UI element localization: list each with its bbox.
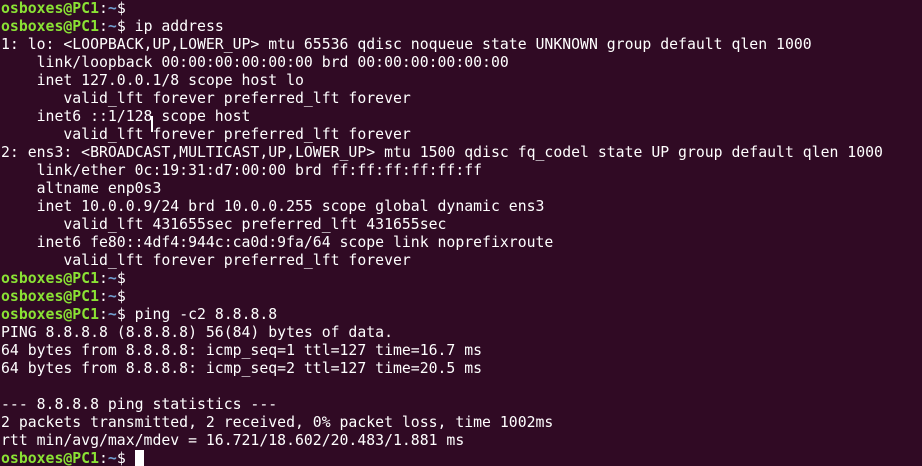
output-line: 64 bytes from 8.8.8.8: icmp_seq=2 ttl=12… [1,360,483,377]
prompt-colon: : [99,270,108,287]
prompt-path: ~ [107,18,117,35]
text-cursor [134,450,144,466]
output-line: inet 10.0.0.9/24 brd 10.0.0.255 scope gl… [1,198,545,215]
prompt-symbol: $ [116,450,126,466]
prompt-path: ~ [107,0,117,17]
prompt-colon: : [99,450,108,466]
prompt-user-host: osboxes@PC1 [1,18,99,35]
output-line: valid_lft forever preferred_lft forever [1,90,411,107]
output-line: valid_lft forever preferred_lft forever [1,126,411,143]
output-line: valid_lft 431655sec preferred_lft 431655… [1,216,447,233]
prompt-colon: : [99,288,108,305]
prompt-symbol: $ [116,18,126,35]
prompt-line: osboxes@PC1:~$ [1,450,922,466]
prompt-user-host: osboxes@PC1 [1,0,99,17]
output-line: 1: lo: <LOOPBACK,UP,LOWER_UP> mtu 65536 … [1,36,812,53]
output-line: --- 8.8.8.8 ping statistics --- [1,396,278,413]
terminal-output: osboxes@PC1:~$ osboxes@PC1:~$ ip address 1… [1,0,922,466]
output-line: PING 8.8.8.8 (8.8.8.8) 56(84) bytes of d… [1,324,393,341]
prompt-symbol: $ [116,288,126,305]
prompt-user-host: osboxes@PC1 [1,270,99,287]
prompt-user-host: osboxes@PC1 [1,306,99,323]
prompt-user-host: osboxes@PC1 [1,450,99,466]
output-line: 64 bytes from 8.8.8.8: icmp_seq=1 ttl=12… [1,342,483,359]
output-line: rtt min/avg/max/mdev = 16.721/18.602/20.… [1,432,465,449]
output-line: 2 packets transmitted, 2 received, 0% pa… [1,414,554,431]
prompt-user-host: osboxes@PC1 [1,288,99,305]
output-line: inet6 ::1/128 scope host [1,108,251,125]
output-line: valid_lft forever preferred_lft forever [1,252,411,269]
prompt-line: osboxes@PC1:~$ [1,270,922,288]
prompt-path: ~ [107,288,117,305]
prompt-symbol: $ [116,306,126,323]
output-line: altname enp0s3 [1,180,162,197]
output-line: link/ether 0c:19:31:d7:00:00 brd ff:ff:f… [1,162,483,179]
prompt-colon: : [99,0,108,17]
prompt-path: ~ [107,306,117,323]
prompt-colon: : [99,306,108,323]
command-text: ping -c2 8.8.8.8 [125,306,278,323]
mouse-ibeam-cursor [151,116,153,132]
output-line: inet6 fe80::4df4:944c:ca0d:9fa/64 scope … [1,234,554,251]
prompt-line: osboxes@PC1:~$ [1,288,922,306]
output-line: 2: ens3: <BROADCAST,MULTICAST,UP,LOWER_U… [1,144,883,161]
prompt-line: osboxes@PC1:~$ ip address [1,18,922,36]
command-text: ip address [125,18,224,35]
prompt-path: ~ [107,450,117,466]
prompt-colon: : [99,18,108,35]
prompt-line: osboxes@PC1:~$ ping -c2 8.8.8.8 [1,306,922,324]
prompt-path: ~ [107,270,117,287]
prompt-symbol: $ [116,0,126,17]
output-line: link/loopback 00:00:00:00:00:00 brd 00:0… [1,54,509,71]
prompt-symbol: $ [116,270,126,287]
terminal-window[interactable]: osboxes@PC1:~$ osboxes@PC1:~$ ip address 1… [0,0,922,466]
output-line: inet 127.0.0.1/8 scope host lo [1,72,304,89]
prompt-line: osboxes@PC1:~$ [1,0,922,18]
